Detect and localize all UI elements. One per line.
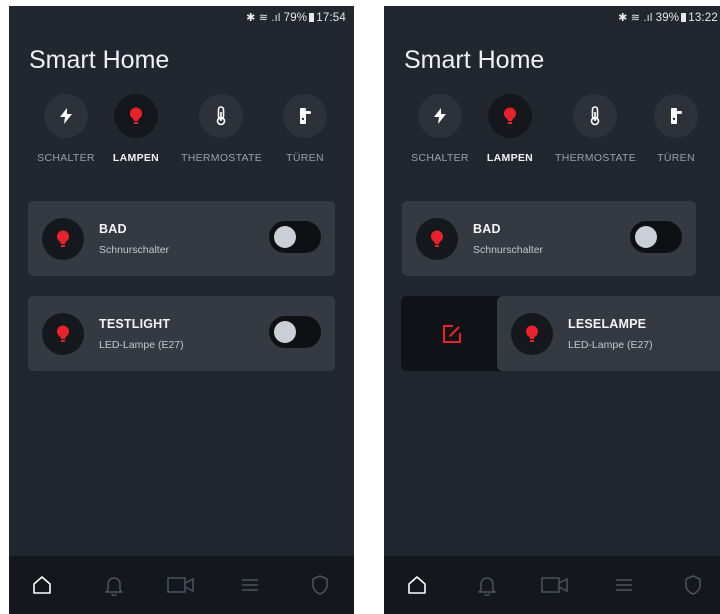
bulb-icon <box>42 218 84 260</box>
app-title: Smart Home <box>29 46 170 74</box>
camera-icon[interactable] <box>164 570 198 600</box>
lightning-icon <box>44 94 88 138</box>
tab-thermostate[interactable]: THERMOSTATE <box>555 94 637 164</box>
battery-level: 39% <box>655 12 680 24</box>
status-bar: ✱ ≋ .ıl 39% 13:22 <box>618 6 718 30</box>
device-name: BAD <box>473 222 501 236</box>
device-card-swiped[interactable]: LESELAMPE LED-Lampe (E27) <box>497 296 720 371</box>
toggle-knob <box>274 321 296 343</box>
edit-action[interactable] <box>401 296 503 371</box>
tab-label: LAMPEN <box>486 152 534 164</box>
bottom-navigation <box>9 556 354 614</box>
tab-tueren[interactable]: TÜREN <box>265 94 345 164</box>
power-toggle[interactable] <box>269 316 321 348</box>
tab-label: TÜREN <box>286 152 324 164</box>
menu-icon[interactable] <box>607 570 641 600</box>
battery-icon <box>681 13 687 22</box>
bulb-icon <box>511 313 553 355</box>
device-card[interactable]: TESTLIGHT LED-Lampe (E27) <box>28 296 335 371</box>
home-icon[interactable] <box>400 570 434 600</box>
device-name: TESTLIGHT <box>99 317 171 331</box>
category-tabs: SCHALTER LAMPEN THERMOSTATE TÜREN <box>384 94 720 174</box>
door-handle-icon <box>283 94 327 138</box>
status-icons: ✱ ≋ .ıl <box>618 12 653 24</box>
tab-label: SCHALTER <box>411 152 469 164</box>
status-bar: ✱ ≋ .ıl 79% 17:54 <box>246 6 346 30</box>
device-card[interactable]: BAD Schnurschalter <box>28 201 335 276</box>
power-toggle[interactable] <box>630 221 682 253</box>
thermometer-icon <box>199 94 243 138</box>
bulb-icon <box>488 94 532 138</box>
device-type: LED-Lampe (E27) <box>99 339 184 351</box>
phone-screen-left: ✱ ≋ .ıl 79% 17:54 Smart Home SCHALTER LAMP… <box>9 6 354 614</box>
toggle-knob <box>635 226 657 248</box>
tab-schalter[interactable]: SCHALTER <box>26 94 106 164</box>
tab-tueren[interactable]: TÜREN <box>636 94 716 164</box>
bottom-navigation <box>384 556 720 614</box>
tab-schalter[interactable]: SCHALTER <box>400 94 480 164</box>
tab-label: TÜREN <box>657 152 695 164</box>
tab-lampen[interactable]: LAMPEN <box>96 94 176 164</box>
clock: 17:54 <box>316 12 346 24</box>
bell-icon[interactable] <box>97 570 131 600</box>
bulb-icon <box>416 218 458 260</box>
device-name: BAD <box>99 222 127 236</box>
edit-icon <box>443 324 461 343</box>
device-name: LESELAMPE <box>568 317 647 331</box>
device-type: LED-Lampe (E27) <box>568 339 653 351</box>
bulb-icon <box>42 313 84 355</box>
app-title: Smart Home <box>404 46 545 74</box>
shield-icon[interactable] <box>303 570 337 600</box>
shield-icon[interactable] <box>676 570 710 600</box>
menu-icon[interactable] <box>233 570 267 600</box>
thermometer-icon <box>573 94 617 138</box>
toggle-knob <box>274 226 296 248</box>
tab-label: LAMPEN <box>112 152 160 164</box>
tab-lampen[interactable]: LAMPEN <box>470 94 550 164</box>
device-type: Schnurschalter <box>473 244 544 256</box>
battery-icon <box>309 13 315 22</box>
camera-icon[interactable] <box>538 570 572 600</box>
door-handle-icon <box>654 94 698 138</box>
phone-screen-right: ✱ ≋ .ıl 39% 13:22 Smart Home SCHALTER LAMP… <box>384 6 720 614</box>
lightning-icon <box>418 94 462 138</box>
tab-label: SCHALTER <box>37 152 95 164</box>
home-icon[interactable] <box>25 570 59 600</box>
bell-icon[interactable] <box>470 570 504 600</box>
power-toggle[interactable] <box>269 221 321 253</box>
bulb-icon <box>114 94 158 138</box>
tab-thermostate[interactable]: THERMOSTATE <box>181 94 263 164</box>
battery-level: 79% <box>283 12 308 24</box>
clock: 13:22 <box>688 12 718 24</box>
status-icons: ✱ ≋ .ıl <box>246 12 281 24</box>
tab-label: THERMOSTATE <box>181 152 263 164</box>
category-tabs: SCHALTER LAMPEN THERMOSTATE TÜREN <box>9 94 354 174</box>
device-card[interactable]: BAD Schnurschalter <box>402 201 696 276</box>
tab-label: THERMOSTATE <box>555 152 637 164</box>
device-type: Schnurschalter <box>99 244 170 256</box>
